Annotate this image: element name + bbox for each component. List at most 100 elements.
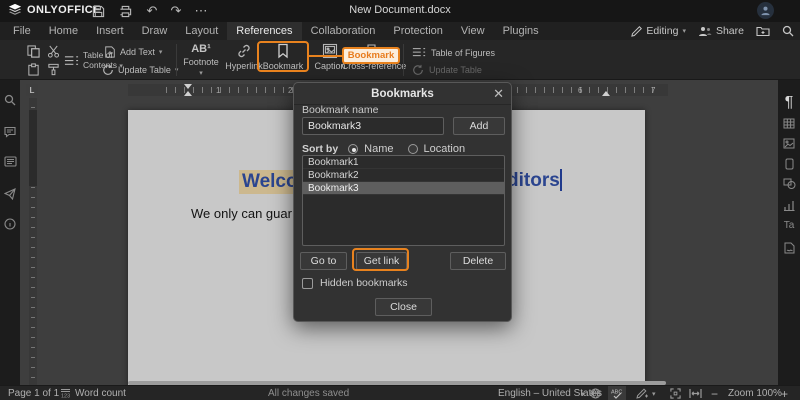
word-count-button[interactable]: Word count: [75, 388, 126, 399]
header-footer-settings-icon[interactable]: [778, 158, 800, 170]
tab-view[interactable]: View: [452, 22, 494, 40]
document-heading-left: Welco: [239, 170, 301, 194]
copy-button[interactable]: [27, 45, 40, 58]
zoom-out-button[interactable]: −: [711, 387, 718, 400]
add-button[interactable]: Add: [453, 117, 505, 135]
tab-layout[interactable]: Layout: [176, 22, 227, 40]
chevron-down-icon: ▾: [199, 69, 203, 77]
goto-button[interactable]: Go to: [300, 252, 347, 270]
radio-sort-location[interactable]: [408, 144, 418, 154]
fit-page-button[interactable]: [670, 388, 681, 399]
table-of-contents-icon: [64, 54, 79, 69]
navigation-headings-icon[interactable]: [0, 156, 20, 168]
tab-file[interactable]: File: [4, 22, 40, 40]
close-icon[interactable]: ✕: [493, 86, 504, 102]
paragraph-settings-icon[interactable]: ¶: [778, 94, 800, 112]
format-painter-button[interactable]: [47, 63, 60, 76]
table-of-figures-button[interactable]: Table of Figures: [412, 46, 495, 60]
delete-button[interactable]: Delete: [450, 252, 506, 270]
word-count-icon: 123: [60, 388, 71, 398]
tab-plugins[interactable]: Plugins: [494, 22, 548, 40]
bookmark-name-label: Bookmark name: [302, 104, 378, 116]
tab-draw[interactable]: Draw: [133, 22, 177, 40]
right-sidebar: ¶ Ta: [778, 80, 800, 385]
tab-insert[interactable]: Insert: [87, 22, 133, 40]
list-item-selected[interactable]: Bookmark3: [303, 182, 504, 195]
sort-location-label: Location: [424, 143, 466, 155]
app-header: ONLYOFFICE ↶ ↷ ⋯ New Document.docx: [0, 0, 800, 22]
tab-protection[interactable]: Protection: [384, 22, 452, 40]
language-selector[interactable]: English – United States: [498, 388, 602, 399]
user-avatar[interactable]: [757, 2, 774, 19]
left-sidebar: [0, 80, 20, 385]
editing-label: Editing: [646, 25, 678, 37]
about-info-icon[interactable]: [0, 218, 20, 230]
status-bar: Page 1 of 1 123 Word count All changes s…: [0, 385, 800, 400]
editing-mode-dropdown[interactable]: Editing ▾: [631, 25, 686, 37]
footnote-button[interactable]: AB¹ Footnote ▾: [180, 43, 222, 78]
signature-settings-icon[interactable]: [778, 242, 800, 254]
shape-settings-icon[interactable]: [778, 178, 800, 189]
close-button[interactable]: Close: [375, 298, 432, 316]
sort-name-label: Name: [364, 143, 393, 155]
hyperlink-icon: [236, 43, 252, 59]
share-button[interactable]: Share: [698, 25, 744, 37]
ribbon-tab-bar: File Home Insert Draw Layout References …: [0, 22, 800, 40]
refresh-icon: [412, 64, 424, 76]
chart-settings-icon[interactable]: [778, 200, 800, 211]
left-indent-marker[interactable]: [184, 91, 192, 96]
list-item[interactable]: Bookmark2: [303, 169, 504, 182]
cut-button[interactable]: [47, 45, 60, 58]
tab-references[interactable]: References: [227, 22, 301, 40]
image-settings-icon[interactable]: [778, 138, 800, 149]
chevron-down-icon: ▾: [159, 48, 163, 56]
comments-icon[interactable]: [0, 126, 20, 138]
pencil-icon: [631, 26, 642, 37]
share-users-icon: [698, 26, 712, 37]
tab-home[interactable]: Home: [40, 22, 87, 40]
paste-button[interactable]: [27, 63, 40, 76]
track-changes-icon[interactable]: [636, 388, 649, 399]
annotation-highlight-bookmark-button: [257, 41, 309, 72]
feedback-support-icon[interactable]: [0, 188, 20, 200]
vertical-ruler[interactable]: [29, 98, 37, 385]
onlyoffice-document-editor: ONLYOFFICE ↶ ↷ ⋯ New Document.docx File …: [0, 0, 800, 400]
dialog-title: Bookmarks: [294, 88, 511, 100]
references-toolbar: Table of Contents ▾ Add Text ▾ Update Ta…: [0, 40, 800, 80]
update-table-button[interactable]: Update Table ▾: [102, 64, 178, 76]
refresh-icon: [102, 64, 114, 76]
table-settings-icon[interactable]: [778, 118, 800, 129]
chevron-down-icon: ▾: [682, 27, 686, 35]
footnote-icon: AB¹: [191, 43, 211, 55]
bookmark-name-input[interactable]: [302, 117, 444, 135]
svg-text:123: 123: [61, 394, 70, 399]
annotation-connector-line: [309, 55, 343, 57]
text-art-settings-icon[interactable]: Ta: [778, 220, 800, 231]
share-label: Share: [716, 25, 744, 37]
tab-collaboration[interactable]: Collaboration: [302, 22, 385, 40]
spell-check-toggle[interactable]: ABC: [608, 386, 626, 400]
add-text-icon: [104, 46, 116, 58]
ruler-margin-band: [29, 110, 37, 186]
zoom-in-button[interactable]: +: [781, 387, 788, 400]
page-indicator[interactable]: Page 1 of 1: [8, 388, 59, 399]
search-icon[interactable]: [782, 25, 794, 37]
chevron-down-icon: ▾: [652, 390, 656, 398]
list-item[interactable]: Bookmark1: [303, 156, 504, 169]
first-line-indent-marker[interactable]: [184, 84, 192, 89]
tab-stop-selector[interactable]: L: [26, 84, 38, 96]
svg-text:ABC: ABC: [611, 390, 622, 396]
ruler-number: 6: [578, 86, 582, 95]
right-indent-marker[interactable]: [602, 91, 610, 96]
dialog-header[interactable]: Bookmarks ✕: [294, 83, 511, 105]
fit-width-button[interactable]: [689, 388, 702, 399]
search-icon[interactable]: [0, 94, 20, 106]
hidden-bookmarks-checkbox[interactable]: [302, 278, 313, 289]
radio-sort-name[interactable]: [348, 144, 358, 154]
open-file-location-button[interactable]: [756, 25, 770, 37]
ruler-number: 1: [216, 86, 220, 95]
add-text-button[interactable]: Add Text ▾: [104, 46, 162, 58]
document-language-globe-icon[interactable]: [590, 388, 601, 399]
zoom-level[interactable]: Zoom 100%: [728, 388, 782, 399]
ribbon-tabs: File Home Insert Draw Layout References …: [4, 22, 548, 40]
